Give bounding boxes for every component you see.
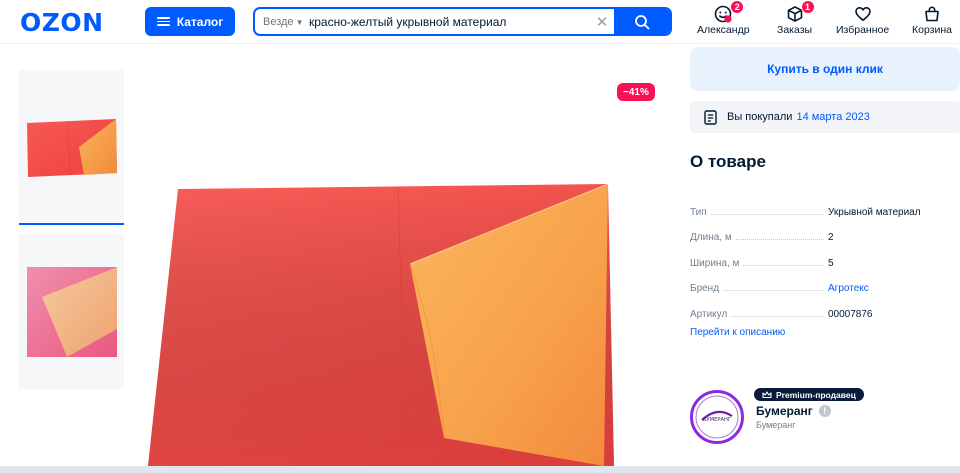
spec-row: Длина, м 2: [690, 218, 955, 243]
chevron-down-icon: ▼: [295, 17, 304, 27]
spec-key: Тип: [690, 206, 707, 218]
menu-icon: [156, 17, 170, 26]
spec-key: Бренд: [690, 283, 720, 294]
receipt-icon: [704, 109, 717, 125]
nav-profile[interactable]: 2 Александр: [697, 0, 750, 36]
nav-favorites-label: Избранное: [836, 24, 890, 36]
profile-badge: 2: [730, 0, 745, 14]
orders-badge: 1: [800, 0, 815, 14]
go-to-description-link[interactable]: Перейти к описанию: [690, 327, 785, 338]
spec-value: 00007876: [828, 308, 873, 320]
seller-subtitle: Бумеранг: [756, 420, 796, 430]
spec-key: Артикул: [690, 308, 728, 320]
purchased-notice: Вы покупали 14 марта 2023: [690, 101, 960, 133]
seller-card: БУМЕРАНГ Premium-продавец Бумеранг ! Бум…: [690, 388, 960, 444]
nav-favorites[interactable]: Избранное: [836, 4, 889, 36]
thumbnail-2-image: [26, 266, 117, 357]
nav-orders-label: Заказы: [777, 24, 813, 36]
svg-text:БУМЕРАНГ: БУМЕРАНГ: [703, 417, 731, 423]
seller-name: Бумеранг: [756, 404, 813, 418]
spec-key: Ширина, м: [690, 257, 740, 269]
spec-value: 2: [828, 232, 834, 243]
product-image[interactable]: [136, 76, 664, 466]
clear-icon[interactable]: ✕: [590, 13, 614, 31]
seller-name-link[interactable]: Бумеранг !: [756, 404, 831, 418]
ozon-logo[interactable]: OZON: [20, 8, 104, 37]
premium-label: Premium-продавец: [776, 389, 856, 400]
seller-logo-image: БУМЕРАНГ: [695, 395, 739, 439]
heart-icon: [854, 7, 871, 21]
spec-key: Длина, м: [690, 232, 732, 243]
search-button[interactable]: [614, 9, 670, 34]
cart-bag-icon: [925, 6, 939, 22]
spec-row: Артикул 00007876: [690, 294, 955, 320]
premium-seller-badge: Premium-продавец: [754, 388, 864, 401]
thumbnail-list: [19, 70, 124, 389]
thumbnail-1[interactable]: [19, 70, 124, 225]
info-icon[interactable]: !: [818, 405, 831, 417]
seller-logo[interactable]: БУМЕРАНГ: [690, 390, 744, 444]
discount-badge: −41%: [617, 83, 655, 101]
thumbnail-2[interactable]: [19, 234, 124, 389]
purchased-text: Вы покупали: [727, 111, 793, 123]
buy-one-click-button[interactable]: Купить в один клик: [690, 47, 960, 91]
spec-row: Ширина, м 5: [690, 243, 955, 269]
header: OZON Каталог Везде▼ ✕ 2: [0, 0, 960, 44]
nav-orders[interactable]: 1 Заказы: [777, 0, 815, 36]
spec-row: Тип Укрывной материал: [690, 192, 955, 218]
nav-profile-label: Александр: [697, 24, 750, 36]
search-scope-label: Везде: [263, 15, 294, 28]
search-bar: Везде▼ ✕: [253, 7, 672, 36]
nav-cart-label: Корзина: [912, 24, 952, 36]
brand-link[interactable]: Агротекс: [828, 283, 869, 294]
about-product-title: О товаре: [690, 152, 766, 171]
catalog-button[interactable]: Каталог: [145, 7, 235, 36]
catalog-label: Каталог: [176, 14, 224, 29]
bottom-bar: [0, 466, 960, 473]
search-scope-select[interactable]: Везде ▼: [255, 16, 309, 28]
specs-list: Тип Укрывной материал Длина, м 2 Ширина,…: [690, 192, 955, 320]
search-input[interactable]: [309, 9, 590, 34]
purchased-date-link[interactable]: 14 марта 2023: [796, 111, 869, 123]
thumbnail-1-image: [27, 118, 117, 177]
spec-value: Укрывной материал: [828, 206, 921, 218]
spec-value: 5: [828, 257, 834, 269]
spec-row: Бренд Агротекс: [690, 269, 955, 294]
crown-icon: [762, 390, 772, 398]
nav-cart[interactable]: Корзина: [912, 4, 952, 36]
search-icon: [635, 14, 650, 29]
